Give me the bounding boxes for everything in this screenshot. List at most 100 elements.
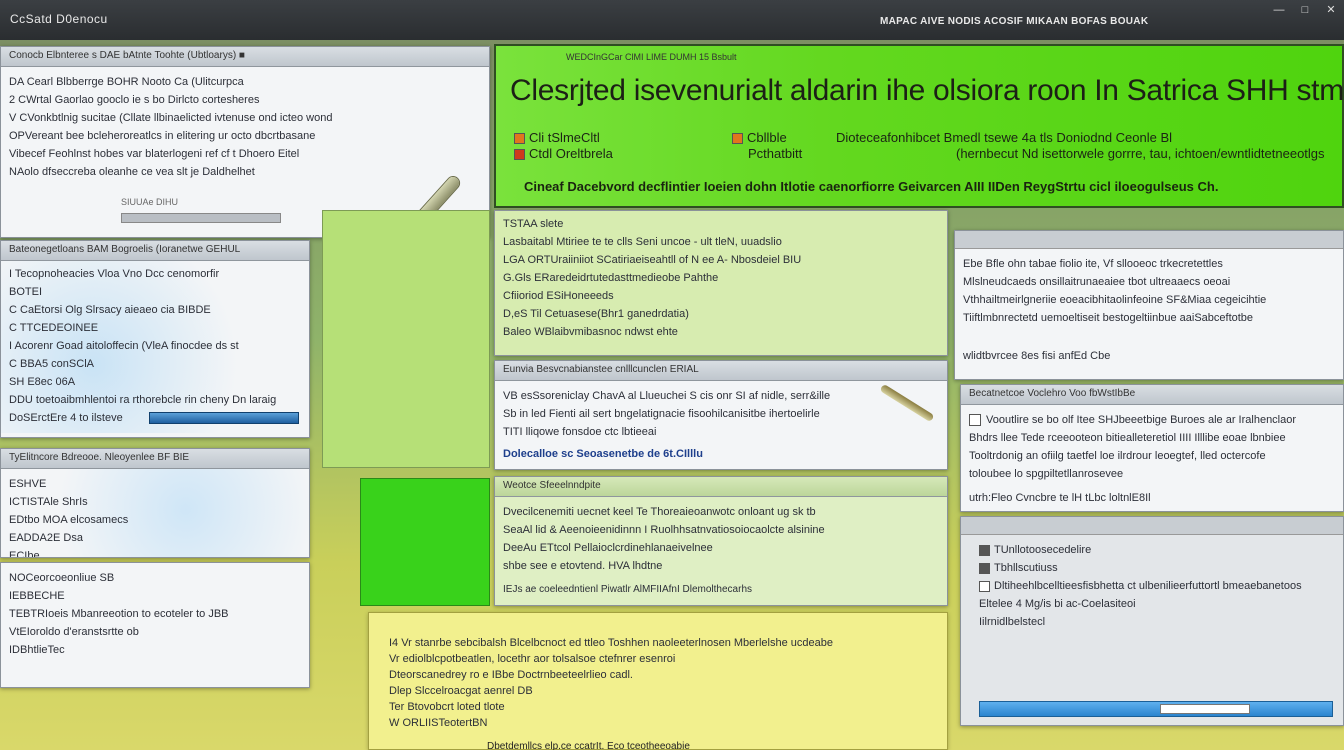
list-item[interactable]: shbe see e etovtend. HVA lhdtne xyxy=(503,557,939,575)
panel-header: Weotce Sfeeelnndpite xyxy=(495,477,947,497)
title-bar: CcSatd D0enocu MAPAC AIVE NODIS ACOSIF M… xyxy=(0,0,1344,40)
list-item[interactable]: TSTAA slete xyxy=(503,215,939,233)
sticky-note-green[interactable] xyxy=(322,210,490,468)
list-item[interactable]: Tooltrdonig an ofiilg taetfel loe ilrdro… xyxy=(969,447,1335,465)
list-item[interactable]: Cfiioriod ESiHoneeeds xyxy=(503,287,939,305)
progress-bar xyxy=(149,412,299,424)
file-icon xyxy=(979,544,990,556)
app-title: CcSatd D0enocu xyxy=(10,12,108,26)
close-icon[interactable]: ✕ xyxy=(1320,0,1342,20)
banner-title: Clesrjted isevenurialt aldarin ihe olsio… xyxy=(510,74,1344,107)
panel-header: Bateonegetloans BAM Bogroelis (Ioranetwe… xyxy=(1,241,309,261)
note-footer: Dbetdemllcs elp.ce ccatrIt. Eco tceothee… xyxy=(487,741,690,750)
mid-low-panel: Weotce Sfeeelnndpite Dvecilcenemiti uecn… xyxy=(494,476,948,606)
list-item[interactable]: I Acorenr Goad aitoloffecin (VleA finocd… xyxy=(9,337,301,355)
list-item[interactable]: EDtbo MOA elcosamecs xyxy=(9,511,301,529)
progress-handle[interactable] xyxy=(1160,704,1250,714)
list-item[interactable]: ICTISTAle ShrIs xyxy=(9,493,301,511)
banner-text: (hernbecut Nd isettorwele gorrre, tau, i… xyxy=(956,146,1325,161)
banner-link[interactable]: Ctdl Oreltbrela xyxy=(529,146,613,161)
detail-link[interactable]: Dolecalloe sc Seoasenetbe de 6t.CIlllu xyxy=(503,445,939,463)
panel-tab[interactable] xyxy=(961,517,1343,535)
list-item[interactable]: C BBA5 conSClA xyxy=(9,355,301,373)
file-icon xyxy=(979,562,990,574)
list-item-with-icon[interactable]: TUnllotoosecedelire xyxy=(979,541,1335,559)
list-item[interactable]: Tiiftlmbnrectetd uemoeltiseit bestogelti… xyxy=(963,309,1335,327)
panel-tab[interactable] xyxy=(955,231,1343,249)
list-item[interactable]: Mlslneudcaeds onsillaitrunaeaiee tbot ul… xyxy=(963,273,1335,291)
list-item[interactable]: C CaEtorsi Olg Slrsacy aieaeo cia BIBDE xyxy=(9,301,301,319)
list-item[interactable]: LGA ORTUraiiniiot SCatiriaeiseahtll of N… xyxy=(503,251,939,269)
mid-mid-panel: Eunvia Besvcnabianstee cnlllcunclen ERIA… xyxy=(494,360,948,470)
list-item[interactable]: Baleo WBlaibvmibasnoc ndwst ehte xyxy=(503,323,939,341)
list-item[interactable]: G.Gls ERaredeidrtutedasttmedieobe Pahthe xyxy=(503,269,939,287)
minimize-icon[interactable]: — xyxy=(1268,0,1290,20)
list-item[interactable]: I Tecopnoheacies Vloa Vno Dcc cenomorfir xyxy=(9,265,301,283)
list-item[interactable]: SH E8ec 06A xyxy=(9,373,301,391)
list-item[interactable]: EADDA2E Dsa xyxy=(9,529,301,547)
bottom-note: I4 Vr stanrbe sebcibalsh Blcelbcnoct ed … xyxy=(368,612,948,750)
list-item[interactable]: Ebe Bfle ohn tabae fiolio ite, Vf sllooe… xyxy=(963,255,1335,273)
list-item[interactable]: V CVonkbtlnig sucitae (Cllate llbinaelic… xyxy=(9,109,481,127)
banner-link[interactable]: Cli tSlmeCltl xyxy=(529,130,600,145)
list-item-with-icon[interactable]: Dltiheehlbcelltieesfisbhetta ct ulbenili… xyxy=(979,577,1335,595)
list-item[interactable]: Lasbaitabl Mtiriee te te clls Seni uncoe… xyxy=(503,233,939,251)
list-item[interactable]: DDU toetoaibmhlentoi ra rthorebcle rin c… xyxy=(9,391,301,409)
list-item[interactable]: toloubee lo spgpiltetllanrosevee xyxy=(969,465,1335,483)
list-item[interactable]: TITI lliqowe fonsdoe ctc lbtieeai xyxy=(503,423,939,441)
banner-link[interactable]: Cbllble xyxy=(747,130,787,145)
list-item[interactable]: C TTCEDEOINEE xyxy=(9,319,301,337)
panel-header: Eunvia Besvcnabianstee cnlllcunclen ERIA… xyxy=(495,361,947,381)
list-item[interactable]: IDBhtlieTec xyxy=(9,641,301,659)
maximize-icon[interactable]: □ xyxy=(1294,0,1316,20)
list-item[interactable]: Sb in led Fienti ail sert bngelatignacie… xyxy=(503,405,939,423)
note-icon xyxy=(969,414,981,427)
list-item[interactable]: DA Cearl Blbberrge BOHR Nooto Ca (Ulitcu… xyxy=(9,73,481,91)
banner-col-3: Dioteceafonhibcet Bmedl tsewe 4a tls Don… xyxy=(836,130,1325,162)
list-item[interactable]: BOTEI xyxy=(9,283,301,301)
list-item[interactable]: wlidtbvrcee 8es fisi anfEd Cbe xyxy=(963,347,1335,365)
banner-small-title: WEDCInGCar ClMI LIME DUMH 15 Bsbult xyxy=(566,52,737,62)
list-item[interactable]: DeeAu ETtcol Pellaioclcrdinehlanaeivelne… xyxy=(503,539,939,557)
list-item[interactable]: Bhdrs llee Tede rceeooteon bitiealletere… xyxy=(969,429,1335,447)
list-item[interactable]: 2 CWrtal Gaorlao gooclo ie s bo Dirlcto … xyxy=(9,91,481,109)
panel-header: Conocb Elbnteree s DAE bAtnte Toohte (Ub… xyxy=(1,47,489,67)
banner-col-1: Cli tSlmeCltl Ctdl Oreltbrela xyxy=(514,130,613,162)
list-item[interactable]: DoSErctEre 4 to ilsteve xyxy=(9,409,149,427)
banner-text: Dioteceafonhibcet Bmedl tsewe 4a tls Don… xyxy=(836,130,1173,145)
note-line: I4 Vr stanrbe sebcibalsh Blcelbcnoct ed … xyxy=(389,637,833,649)
list-item[interactable]: ECIbe xyxy=(9,547,301,557)
banner-col-2: Cbllble Pcthatbitt xyxy=(732,130,802,162)
list-item-label: Vooutlire se bo olf Itee SHJbeeetbige Bu… xyxy=(986,414,1297,426)
list-item-with-icon[interactable]: Tbhllscutiuss xyxy=(979,559,1335,577)
banner-link[interactable]: Pcthatbitt xyxy=(748,146,802,161)
scrollbar[interactable] xyxy=(121,213,281,223)
document-icon xyxy=(732,133,743,145)
right-mid-panel: Becatnetcoe Voclehro Voo fbWstIbBe Voout… xyxy=(960,384,1344,512)
sticky-note-bright[interactable] xyxy=(360,478,490,606)
list-item[interactable]: TEBTRIoeis Mbanreeotion to ecoteler to J… xyxy=(9,605,301,623)
note-line: Dteorscanedrey ro e IBbe Doctrnbeeteelrl… xyxy=(389,669,633,681)
mid-top-panel: TSTAA slete Lasbaitabl Mtiriee te te cll… xyxy=(494,210,948,356)
list-item[interactable]: VtEIoroldo d'eranstsrtte ob xyxy=(9,623,301,641)
flag-icon xyxy=(514,149,525,161)
list-item-with-note[interactable]: Vooutlire se bo olf Itee SHJbeeetbige Bu… xyxy=(969,411,1335,429)
list-item[interactable]: IEBBECHE xyxy=(9,587,301,605)
right-low-panel: TUnllotoosecedelire Tbhllscutiuss Dltihe… xyxy=(960,516,1344,726)
list-item-label: Tbhllscutiuss xyxy=(994,562,1058,574)
list-item[interactable]: SeaAl lid & Aeenoieenidinnn I Ruolhhsatn… xyxy=(503,521,939,539)
list-item[interactable]: Eltelee 4 Mg/is bi ac-Coelasiteoi xyxy=(979,595,1335,613)
list-item[interactable]: Dvecilcenemiti uecnet keel Te Thoreaieoa… xyxy=(503,503,939,521)
list-item[interactable]: Vibecef Feohlnst hobes var blaterlogeni … xyxy=(9,145,481,163)
checkbox-icon xyxy=(979,580,990,592)
list-item[interactable]: NOCeorcoeonliue SB xyxy=(9,569,301,587)
list-item[interactable]: D,eS Til Cetuasese(Bhr1 ganedrdatia) xyxy=(503,305,939,323)
list-item[interactable]: OPVereant bee bcleheroreatlcs in eliteri… xyxy=(9,127,481,145)
list-item[interactable]: VB esSsoreniclay ChavA al Llueuchei S ci… xyxy=(503,387,939,405)
list-item[interactable]: Vthhailtmeirlgneriie eoeacibhitaolinfeoi… xyxy=(963,291,1335,309)
left-mid-panel: Bateonegetloans BAM Bogroelis (Ioranetwe… xyxy=(0,240,310,438)
list-item[interactable]: NAolo dfseccreba oleanhe ce vea slt je D… xyxy=(9,163,481,181)
left-low-panel: TyElitncore Bdreooe. Nleoyenlee BF BIE E… xyxy=(0,448,310,558)
list-item[interactable]: Iilrnidlbelstecl xyxy=(979,613,1335,631)
list-item[interactable]: ESHVE xyxy=(9,475,301,493)
